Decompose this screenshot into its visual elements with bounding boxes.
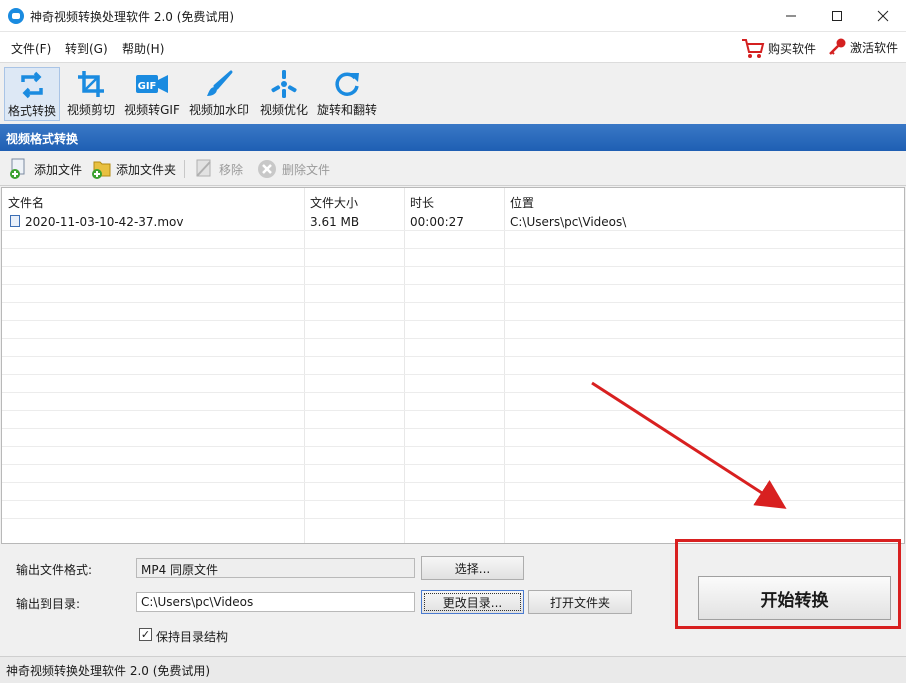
buy-software-label: 购买软件: [768, 41, 817, 56]
tool-video-watermark[interactable]: 视频加水印: [186, 67, 252, 121]
remove-button[interactable]: 移除: [193, 158, 243, 180]
cell-location: C:\Users\pc\Videos\: [510, 215, 627, 229]
column-header-duration[interactable]: 时长: [410, 194, 434, 211]
toolbar-divider: [184, 160, 185, 178]
output-dir-field[interactable]: C:\Users\pc\Videos: [136, 592, 415, 612]
tool-label: 视频加水印: [188, 103, 249, 117]
output-format-field: MP4 同原文件: [136, 558, 415, 578]
tool-format-convert[interactable]: 格式转换: [4, 67, 60, 121]
tool-label: 旋转和翻转: [316, 103, 377, 117]
close-icon: [877, 10, 889, 22]
rotate-icon: [330, 67, 364, 101]
change-dir-button[interactable]: 更改目录...: [421, 590, 524, 614]
select-format-button[interactable]: 选择...: [421, 556, 524, 580]
keep-structure-label: 保持目录结构: [156, 630, 229, 644]
remove-label: 移除: [219, 162, 244, 177]
cell-file-name: 2020-11-03-10-42-37.mov: [25, 215, 184, 229]
column-header-name[interactable]: 文件名: [8, 194, 44, 211]
main-toolbar: 格式转换 视频剪切 GIF 视频转GIF 视频加水印 视频优化 旋转和翻转: [0, 62, 906, 124]
add-file-icon: [10, 158, 25, 179]
window-title: 神奇视频转换处理软件 2.0 (免费试用): [30, 10, 235, 24]
menu-file[interactable]: 文件(F): [11, 40, 51, 57]
menu-bar: 文件(F) 转到(G) 帮助(H) 购买软件 激活软件: [0, 32, 906, 62]
add-file-button[interactable]: 添加文件: [8, 158, 82, 180]
section-title: 视频格式转换: [0, 124, 906, 151]
file-action-bar: 添加文件 添加文件夹 移除 删除文件: [0, 151, 906, 186]
cell-duration: 00:00:27: [410, 215, 464, 229]
gif-icon-text: GIF: [138, 81, 157, 92]
minimize-button[interactable]: [768, 0, 814, 32]
convert-icon: [15, 68, 49, 102]
annotation-highlight-box: [675, 539, 901, 629]
optimize-icon: [267, 67, 301, 101]
tool-label: 格式转换: [7, 104, 56, 118]
column-header-location[interactable]: 位置: [510, 194, 534, 211]
minimize-icon: [786, 15, 796, 17]
crop-icon: [74, 67, 108, 101]
video-file-icon: [10, 215, 20, 227]
title-bar: 神奇视频转换处理软件 2.0 (免费试用): [0, 0, 906, 32]
add-folder-icon: [92, 161, 111, 179]
delete-file-button[interactable]: 删除文件: [256, 158, 330, 180]
tool-label: 视频转GIF: [124, 103, 180, 117]
status-bar: 神奇视频转换处理软件 2.0 (免费试用): [0, 656, 906, 683]
open-folder-button[interactable]: 打开文件夹: [528, 590, 632, 614]
key-icon: [829, 38, 846, 55]
activate-software-link[interactable]: 激活软件: [827, 37, 898, 57]
maximize-icon: [832, 11, 842, 21]
tool-label: 视频优化: [259, 103, 308, 117]
menu-help[interactable]: 帮助(H): [122, 40, 164, 57]
maximize-button[interactable]: [814, 0, 860, 32]
file-table[interactable]: 文件名 文件大小 时长 位置 2020-11-03-10-42-37.mov 3…: [1, 187, 905, 544]
tool-video-to-gif[interactable]: GIF 视频转GIF: [122, 67, 182, 121]
delete-file-label: 删除文件: [282, 162, 331, 177]
tool-rotate-flip[interactable]: 旋转和翻转: [315, 67, 379, 121]
remove-icon: [196, 159, 211, 177]
tool-video-optimize[interactable]: 视频优化: [256, 67, 312, 121]
column-header-size[interactable]: 文件大小: [310, 194, 358, 211]
add-folder-label: 添加文件夹: [116, 162, 177, 177]
menu-goto[interactable]: 转到(G): [65, 40, 108, 57]
app-icon: [8, 8, 24, 24]
keep-structure-checkbox[interactable]: ✓: [139, 628, 152, 641]
activate-software-label: 激活软件: [850, 40, 899, 55]
add-file-label: 添加文件: [34, 162, 83, 177]
cart-icon: [742, 39, 765, 58]
tool-label: 视频剪切: [66, 103, 115, 117]
close-button[interactable]: [860, 0, 906, 32]
brush-icon: [202, 67, 236, 101]
output-format-label: 输出文件格式:: [16, 563, 93, 577]
column-divider: [304, 188, 305, 543]
delete-icon: [258, 160, 276, 178]
gif-icon: GIF: [135, 67, 169, 101]
column-divider: [404, 188, 405, 543]
table-header: 文件名 文件大小 时长 位置: [2, 188, 904, 212]
cell-file-size: 3.61 MB: [310, 215, 360, 229]
add-folder-button[interactable]: 添加文件夹: [90, 158, 176, 180]
column-divider: [504, 188, 505, 543]
output-dir-label: 输出到目录:: [16, 597, 81, 611]
tool-video-cut[interactable]: 视频剪切: [64, 67, 118, 121]
buy-software-link[interactable]: 购买软件: [741, 37, 816, 59]
